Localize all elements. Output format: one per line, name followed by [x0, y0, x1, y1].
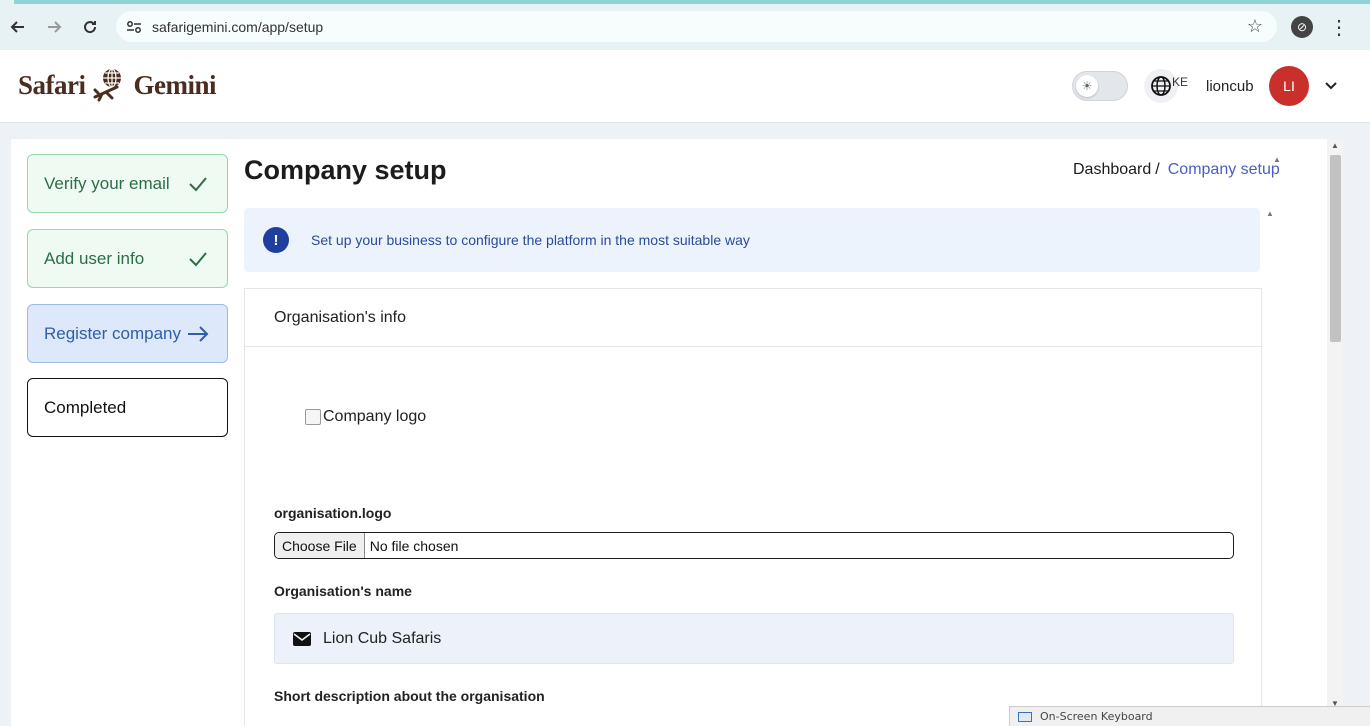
info-exclamation-icon: ! — [263, 227, 289, 253]
brand-logo[interactable]: Safari Gemini — [18, 67, 216, 103]
choose-file-button[interactable]: Choose File — [275, 533, 365, 558]
browser-toolbar: safarigemini.com/app/setup ☆ ⊘ ⋮ — [0, 4, 1370, 50]
breadcrumb: Dashboard / Company setup — [1073, 161, 1280, 179]
logo-alt-text: Company logo — [323, 408, 427, 425]
address-bar[interactable]: safarigemini.com/app/setup ☆ — [116, 11, 1277, 42]
arrow-right-icon — [185, 321, 211, 347]
site-info-icon[interactable] — [119, 12, 149, 42]
check-icon — [185, 246, 211, 272]
username[interactable]: lioncub — [1206, 78, 1254, 95]
banner-text: Set up your business to configure the pl… — [311, 232, 750, 248]
logo-file-input[interactable]: Choose File No file chosen — [274, 532, 1234, 559]
breadcrumb-separator: / — [1155, 161, 1160, 178]
theme-toggle[interactable]: ☀ — [1072, 71, 1128, 101]
card-title: Organisation's info — [245, 289, 1261, 347]
name-field-label: Organisation's name — [274, 583, 412, 599]
language-code[interactable]: KE — [1172, 75, 1188, 89]
step-verify-email[interactable]: Verify your email — [27, 154, 228, 213]
globe-icon — [1151, 76, 1171, 96]
on-screen-keyboard-window[interactable]: On-Screen Keyboard — [1009, 706, 1370, 726]
avatar[interactable]: LI — [1269, 66, 1309, 106]
main-panel: Verify your email Add user info Register… — [11, 139, 1327, 726]
globe-plane-logo-icon — [93, 68, 121, 102]
organisation-info-card: Organisation's info Company logo organis… — [244, 288, 1262, 726]
osk-title: On-Screen Keyboard — [1040, 710, 1153, 723]
scrollbar-thumb[interactable] — [1330, 155, 1341, 342]
brand-left-text: Safari — [18, 69, 86, 100]
back-icon[interactable] — [0, 9, 36, 45]
forward-icon[interactable] — [36, 9, 72, 45]
company-logo-image: Company logo — [305, 408, 426, 426]
step-label: Register company — [44, 323, 182, 343]
page-title: Company setup — [244, 155, 447, 185]
breadcrumb-current[interactable]: Company setup — [1168, 161, 1280, 179]
scroll-up-icon[interactable]: ▲ — [1273, 155, 1281, 164]
step-label: Completed — [44, 397, 127, 417]
step-label: Verify your email — [44, 173, 170, 193]
step-label: Add user info — [44, 248, 145, 268]
info-banner: ! Set up your business to configure the … — [244, 208, 1260, 272]
scroll-up-icon[interactable]: ▲ — [1331, 141, 1339, 150]
breadcrumb-dashboard[interactable]: Dashboard — [1073, 161, 1151, 179]
sun-icon: ☀ — [1076, 75, 1098, 97]
reload-icon[interactable] — [72, 9, 108, 45]
brand-right-text: Gemini — [133, 69, 217, 100]
broken-image-icon — [305, 409, 321, 425]
check-icon — [185, 171, 211, 197]
organisation-name-value[interactable]: Lion Cub Safaris — [323, 630, 441, 648]
envelope-icon — [293, 631, 311, 646]
step-register-company[interactable]: Register company — [27, 304, 228, 363]
app-header: Safari Gemini ☀ KE lioncub LI — [0, 50, 1370, 123]
card-scroll-up-icon[interactable]: ▲ — [1266, 209, 1278, 229]
file-status-text: No file chosen — [369, 537, 459, 554]
browser-menu-icon[interactable]: ⋮ — [1329, 14, 1349, 40]
description-field-label: Short description about the organisation — [274, 688, 545, 704]
keyboard-icon — [1018, 711, 1032, 722]
page-scrollbar[interactable]: ▲ ▼ — [1327, 139, 1343, 712]
logo-field-label: organisation.logo — [274, 505, 392, 521]
bookmark-star-icon[interactable]: ☆ — [1247, 16, 1263, 37]
chevron-down-icon[interactable] — [1322, 77, 1340, 95]
step-add-user-info[interactable]: Add user info — [27, 229, 228, 288]
extension-icon[interactable]: ⊘ — [1291, 16, 1313, 38]
step-completed[interactable]: Completed — [27, 378, 228, 437]
organisation-name-input[interactable]: Lion Cub Safaris — [274, 613, 1234, 664]
content-scrollbar[interactable]: ▲ — [1270, 155, 1286, 725]
url-text[interactable]: safarigemini.com/app/setup — [152, 19, 323, 35]
